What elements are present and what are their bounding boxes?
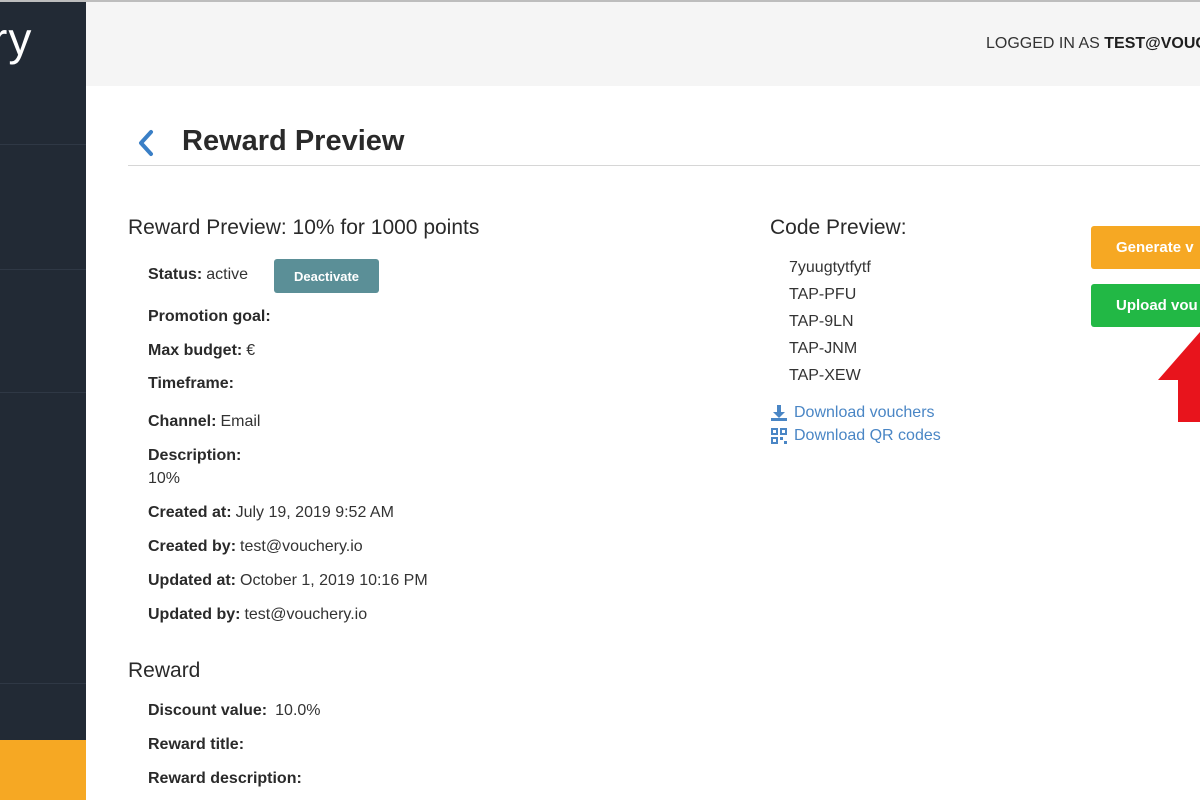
timeframe-label: Timeframe: bbox=[148, 375, 234, 392]
page-title: Reward Preview bbox=[182, 125, 405, 157]
title-divider bbox=[128, 165, 1200, 166]
logged-in-prefix: LOGGED IN AS bbox=[986, 35, 1105, 52]
promotion-goal-field: Promotion goal: bbox=[148, 308, 271, 326]
updated-by-value: test@vouchery.io bbox=[244, 606, 368, 623]
generate-vouchers-button[interactable]: Generate v bbox=[1091, 226, 1200, 269]
timeframe-field: Timeframe: bbox=[148, 375, 234, 393]
status-value: active bbox=[206, 266, 249, 283]
app-window: ry LOGGED IN AS TEST@VOUC Reward Preview… bbox=[0, 0, 1200, 800]
sidebar-nav-item-2[interactable] bbox=[0, 270, 86, 392]
download-vouchers-label: Download vouchers bbox=[794, 404, 935, 421]
download-icon bbox=[771, 405, 787, 421]
description-value: 10% bbox=[148, 470, 181, 487]
updated-at-value: October 1, 2019 10:16 PM bbox=[240, 572, 428, 589]
sidebar-divider bbox=[0, 683, 86, 684]
reward-title-label: Reward title: bbox=[148, 736, 245, 753]
channel-field: Channel: Email bbox=[148, 413, 260, 431]
sidebar-nav-item-3[interactable] bbox=[0, 393, 86, 683]
reward-preview-heading: Reward Preview: 10% for 1000 points bbox=[128, 216, 479, 240]
download-qr-codes-link[interactable]: Download QR codes bbox=[770, 427, 941, 445]
updated-by-field: Updated by: test@vouchery.io bbox=[148, 606, 367, 624]
qr-code-icon bbox=[771, 428, 787, 444]
promotion-goal-label: Promotion goal: bbox=[148, 308, 271, 325]
channel-label: Channel: bbox=[148, 413, 217, 430]
upload-vouchers-button[interactable]: Upload vou bbox=[1091, 284, 1200, 327]
reward-description-label: Reward description: bbox=[148, 770, 302, 787]
updated-at-field: Updated at: October 1, 2019 10:16 PM bbox=[148, 572, 428, 590]
sidebar: ry bbox=[0, 2, 86, 800]
back-chevron-icon[interactable] bbox=[134, 127, 158, 159]
description-label: Description: bbox=[148, 447, 242, 464]
code-item: TAP-PFU bbox=[789, 286, 857, 303]
download-vouchers-link[interactable]: Download vouchers bbox=[770, 404, 935, 422]
sidebar-nav-item-1[interactable] bbox=[0, 145, 86, 269]
reward-title-field: Reward title: bbox=[148, 736, 244, 754]
code-preview-heading: Code Preview: bbox=[770, 216, 907, 239]
max-budget-value: € bbox=[246, 342, 256, 359]
deactivate-button[interactable]: Deactivate bbox=[274, 259, 379, 293]
download-qr-codes-label: Download QR codes bbox=[794, 427, 941, 444]
created-at-label: Created at: bbox=[148, 504, 232, 521]
max-budget-label: Max budget: bbox=[148, 342, 243, 359]
reward-preview-heading-text: Reward Preview: 10% for 1000 points bbox=[128, 216, 480, 239]
red-arrow-annotation-icon bbox=[1158, 332, 1200, 422]
code-item: TAP-XEW bbox=[789, 367, 861, 384]
discount-value-field: Discount value: 10.0% bbox=[148, 702, 321, 720]
code-item: TAP-JNM bbox=[789, 340, 858, 357]
created-by-label: Created by: bbox=[148, 538, 237, 555]
status-label: Status: bbox=[148, 266, 203, 283]
code-item: 7yuugtytfytf bbox=[789, 259, 871, 276]
created-at-field: Created at: July 19, 2019 9:52 AM bbox=[148, 504, 394, 522]
top-header: LOGGED IN AS TEST@VOUC bbox=[86, 2, 1200, 86]
max-budget-field: Max budget: € bbox=[148, 342, 255, 360]
channel-value: Email bbox=[220, 413, 261, 430]
app-logo[interactable]: ry bbox=[0, 12, 32, 66]
created-by-field: Created by: test@vouchery.io bbox=[148, 538, 363, 556]
reward-heading: Reward bbox=[128, 659, 201, 682]
reward-description-field: Reward description: bbox=[148, 770, 302, 788]
logged-in-indicator[interactable]: LOGGED IN AS TEST@VOUC bbox=[986, 35, 1200, 53]
description-field: Description: bbox=[148, 447, 241, 465]
updated-at-label: Updated at: bbox=[148, 572, 236, 589]
code-item: TAP-9LN bbox=[789, 313, 854, 330]
discount-value: 10.0% bbox=[275, 702, 321, 719]
discount-value-label: Discount value: bbox=[148, 702, 268, 719]
logged-in-user: TEST@VOUC bbox=[1104, 35, 1200, 52]
status-field: Status: active bbox=[148, 266, 248, 284]
sidebar-active-item[interactable] bbox=[0, 740, 86, 800]
created-by-value: test@vouchery.io bbox=[240, 538, 363, 555]
created-at-value: July 19, 2019 9:52 AM bbox=[235, 504, 394, 521]
updated-by-label: Updated by: bbox=[148, 606, 241, 623]
